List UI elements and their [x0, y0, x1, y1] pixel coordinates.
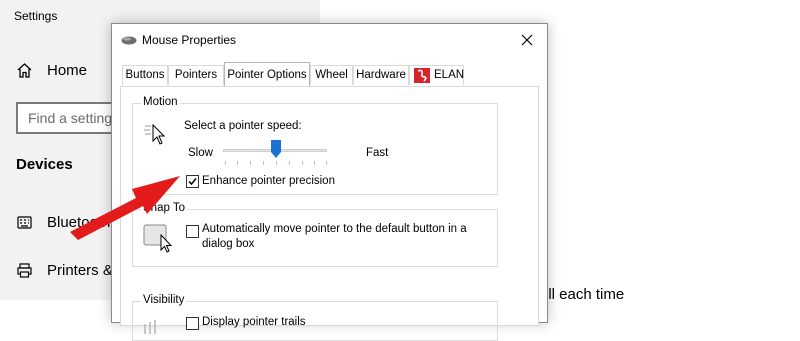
elan-logo-icon — [414, 68, 430, 83]
close-icon[interactable] — [517, 30, 537, 50]
dialog-titlebar[interactable]: Mouse Properties — [112, 24, 547, 56]
snap-to-button-icon — [143, 224, 173, 253]
tab-elan[interactable]: ELAN — [409, 65, 464, 85]
tab-buttons[interactable]: Buttons — [122, 65, 168, 85]
pointer-trails-checkbox[interactable] — [186, 317, 199, 330]
slow-label: Slow — [188, 147, 213, 159]
visibility-group-label: Visibility — [141, 294, 187, 306]
snap-to-checkbox[interactable] — [186, 225, 199, 238]
home-nav-item[interactable]: Home — [16, 62, 87, 79]
slider-tick — [326, 161, 327, 165]
snap-to-label-line2: dialog box — [202, 238, 255, 250]
motion-group-label: Motion — [141, 96, 180, 108]
pointer-speed-label: Select a pointer speed: — [184, 120, 302, 132]
bluetooth-devices-icon — [17, 216, 32, 229]
home-label: Home — [47, 62, 88, 79]
motion-group: Motion Select a pointer speed: Slow Fast — [132, 96, 498, 195]
settings-title: Settings — [14, 9, 58, 23]
mouse-properties-dialog: Mouse Properties Buttons Pointers Pointe… — [111, 23, 548, 341]
slider-tick — [237, 161, 238, 165]
tab-pointer-options[interactable]: Pointer Options — [224, 62, 310, 86]
pointer-speed-icon — [144, 123, 166, 145]
section-heading: Devices — [16, 156, 73, 173]
tab-elan-label: ELAN — [434, 69, 465, 81]
printer-icon — [17, 263, 32, 278]
background-setting-text: oll each time — [540, 286, 625, 303]
tab-pointers[interactable]: Pointers — [168, 65, 224, 85]
pointer-options-panel: Motion Select a pointer speed: Slow Fast — [120, 86, 539, 341]
visibility-group: Visibility Display pointer trails — [132, 294, 498, 341]
snap-to-label[interactable]: Automatically move pointer to the defaul… — [202, 223, 467, 235]
enhance-precision-label[interactable]: Enhance pointer precision — [202, 175, 335, 187]
snap-to-group: Snap To Automatically move pointer to th… — [132, 202, 498, 267]
slider-tick — [314, 161, 315, 165]
pointer-trails-icon — [144, 320, 156, 334]
dialog-title: Mouse Properties — [142, 33, 237, 47]
slider-thumb[interactable] — [271, 140, 281, 158]
mouse-icon — [121, 36, 137, 45]
slider-tick — [289, 161, 290, 165]
slider-tick — [276, 161, 277, 165]
slider-tick — [225, 161, 226, 165]
pointer-trails-label[interactable]: Display pointer trails — [202, 316, 306, 328]
snap-to-group-label: Snap To — [141, 202, 187, 214]
fast-label: Fast — [366, 147, 389, 159]
enhance-precision-checkbox[interactable] — [186, 175, 199, 188]
tab-wheel[interactable]: Wheel — [310, 65, 353, 85]
slider-tick — [302, 161, 303, 165]
checkmark-icon — [188, 178, 197, 186]
slider-tick — [250, 161, 251, 165]
slider-tick — [263, 161, 264, 165]
tab-hardware[interactable]: Hardware — [353, 65, 409, 85]
home-icon — [17, 63, 32, 78]
